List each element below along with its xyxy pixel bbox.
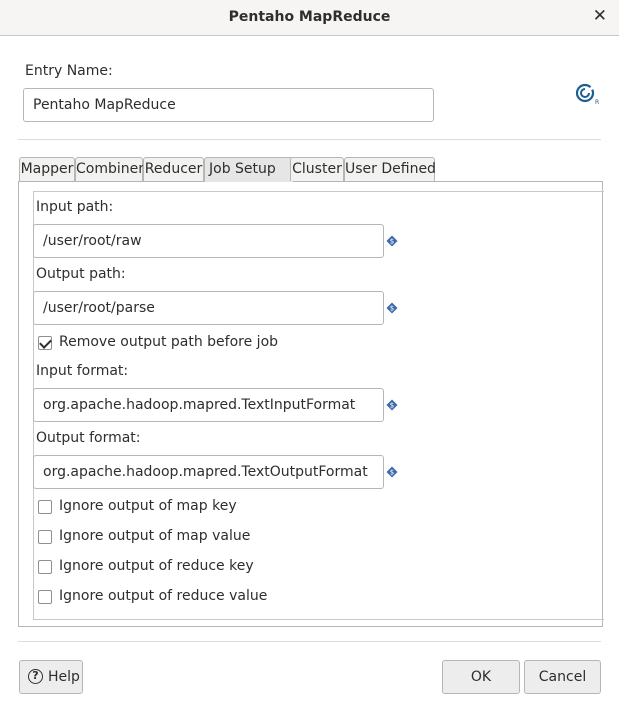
tab-mapper[interactable]: Mapper [19, 157, 75, 181]
variable-diamond-icon[interactable]: $ [386, 399, 398, 411]
tab-reducer[interactable]: Reducer [143, 157, 204, 181]
entry-name-label: Entry Name: [25, 63, 113, 79]
variable-diamond-icon[interactable]: $ [386, 466, 398, 478]
variable-diamond-icon[interactable]: $ [386, 302, 398, 314]
ignore-map-value-checkbox[interactable] [38, 530, 52, 544]
ignore-reduce-key-checkbox[interactable] [38, 560, 52, 574]
input-format-input[interactable] [33, 388, 384, 422]
title-bar: Pentaho MapReduce ✕ [0, 0, 619, 36]
output-format-label: Output format: [36, 430, 141, 446]
header-separator [18, 139, 601, 140]
output-format-input[interactable] [33, 455, 384, 489]
ignore-reduce-value-checkbox[interactable] [38, 590, 52, 604]
pentaho-logo-icon: R [575, 83, 599, 106]
ignore-reduce-key-label: Ignore output of reduce key [59, 558, 254, 574]
help-icon: ? [28, 669, 43, 684]
tab-combiner[interactable]: Combiner [75, 157, 144, 181]
output-path-input[interactable] [33, 291, 384, 325]
ignore-reduce-value-label: Ignore output of reduce value [59, 588, 268, 604]
tab-user-defined[interactable]: User Defined [344, 157, 436, 181]
svg-text:$: $ [390, 305, 394, 313]
ignore-map-key-checkbox[interactable] [38, 500, 52, 514]
footer-separator [18, 641, 601, 642]
ok-button[interactable]: OK [442, 660, 520, 694]
svg-text:$: $ [390, 469, 394, 477]
ignore-map-value-label: Ignore output of map value [59, 528, 251, 544]
input-format-label: Input format: [36, 363, 129, 379]
close-icon[interactable]: ✕ [593, 6, 607, 26]
tab-cluster[interactable]: Cluster [290, 157, 344, 181]
help-button[interactable]: ? Help [19, 660, 83, 694]
remove-output-checkbox[interactable] [38, 336, 52, 350]
ignore-map-key-label: Ignore output of map key [59, 498, 237, 514]
tab-job-setup[interactable]: Job Setup [204, 157, 294, 182]
output-path-label: Output path: [36, 266, 126, 282]
svg-text:$: $ [390, 238, 394, 246]
help-button-label: Help [48, 669, 80, 685]
input-path-label: Input path: [36, 199, 114, 215]
window-title: Pentaho MapReduce [228, 9, 391, 25]
remove-output-label: Remove output path before job [59, 334, 279, 350]
svg-text:$: $ [390, 402, 394, 410]
input-path-input[interactable] [33, 224, 384, 258]
variable-diamond-icon[interactable]: $ [386, 235, 398, 247]
entry-name-input[interactable] [23, 88, 434, 122]
cancel-button[interactable]: Cancel [524, 660, 601, 694]
svg-text:R: R [595, 99, 599, 106]
